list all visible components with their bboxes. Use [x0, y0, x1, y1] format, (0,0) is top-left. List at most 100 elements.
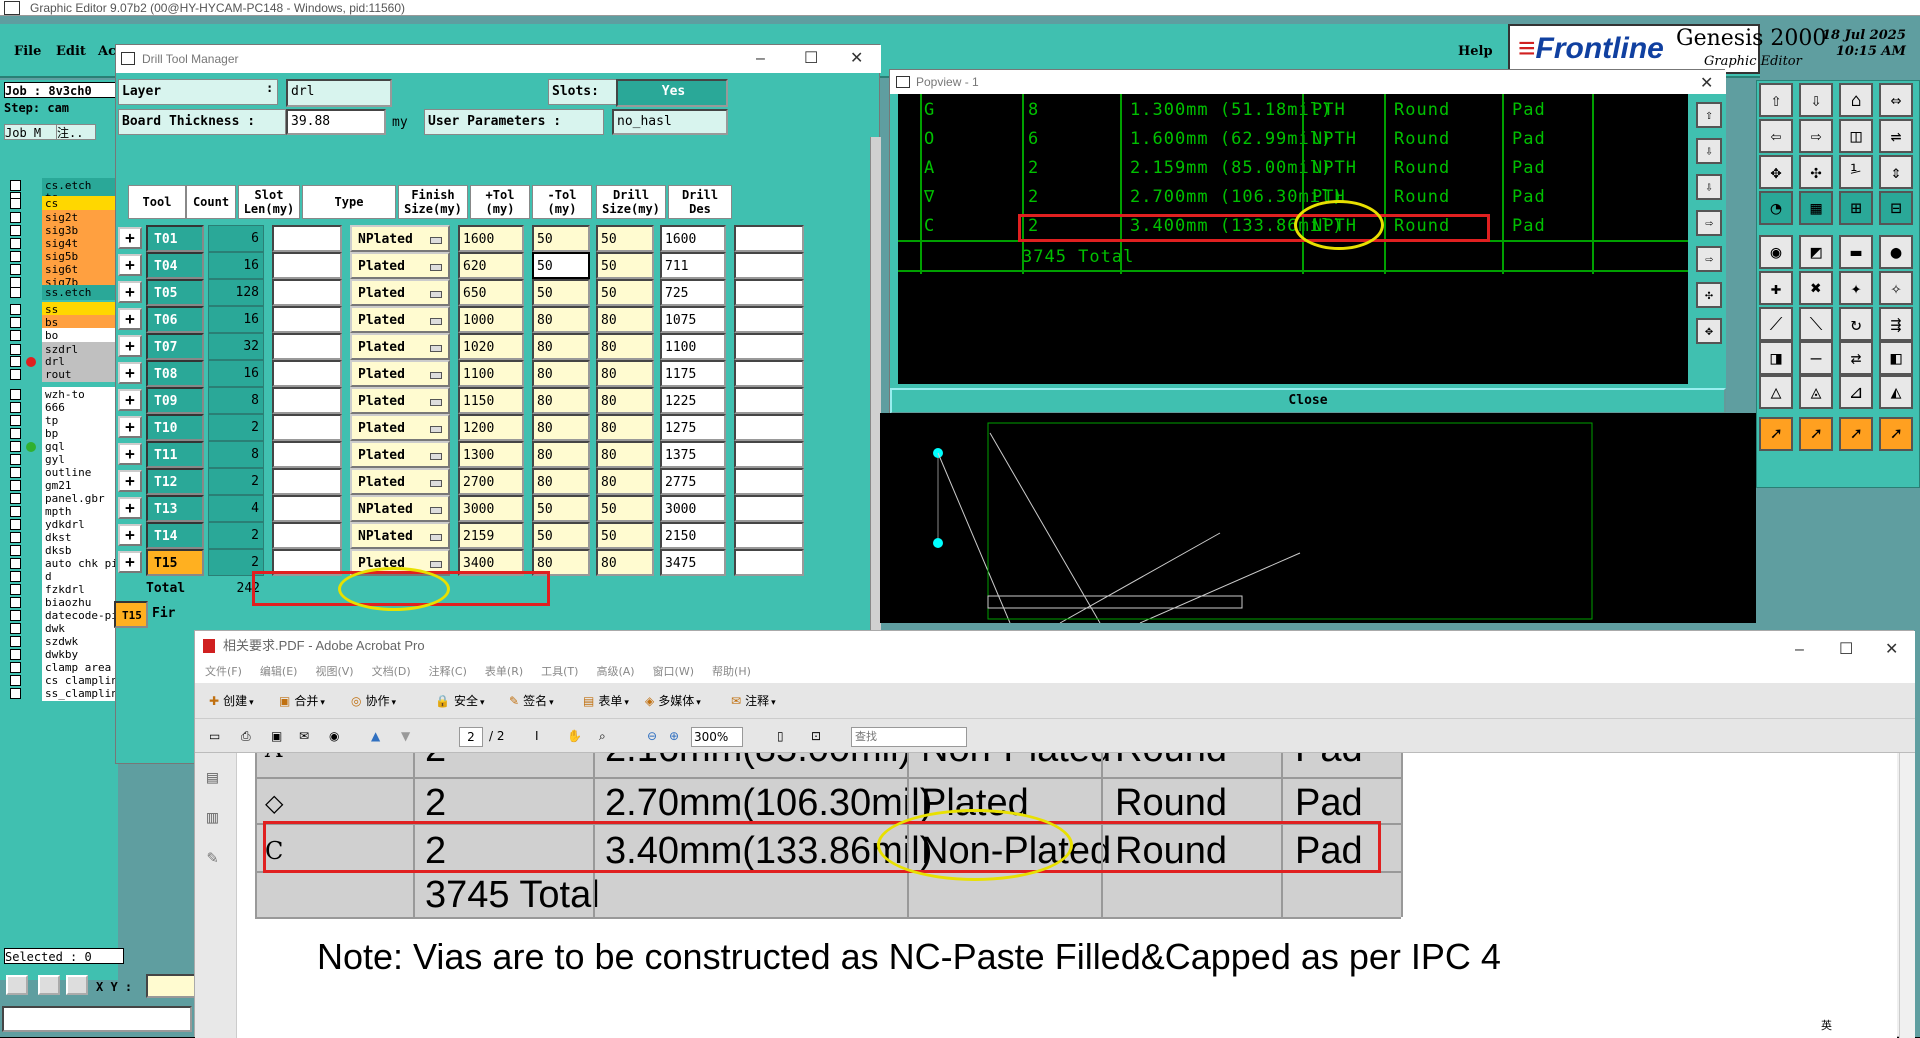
dot-icon[interactable]: ● — [1879, 235, 1913, 269]
drill-des-input[interactable] — [734, 225, 804, 252]
type-select[interactable]: Plated — [350, 468, 450, 495]
layer-checkbox[interactable] — [10, 467, 21, 478]
layer-input[interactable]: drl — [286, 79, 392, 107]
tool-cell[interactable]: T10 — [146, 414, 204, 441]
slot-len-input[interactable] — [272, 387, 342, 414]
layer-checkbox[interactable] — [10, 688, 21, 699]
minus-tol-input[interactable]: 80 — [596, 306, 654, 333]
maximize-button[interactable]: ☐ — [804, 45, 818, 73]
layer-checkbox[interactable] — [10, 584, 21, 595]
slot-len-input[interactable] — [272, 306, 342, 333]
plus-tol-input[interactable]: 80 — [532, 468, 590, 495]
finish-size-input[interactable]: 1300 — [458, 441, 524, 468]
triangle-icon[interactable]: △ — [1759, 375, 1793, 409]
zoom-home-icon[interactable]: ⇧ — [1696, 102, 1722, 128]
expand-button[interactable]: + — [118, 551, 142, 573]
search-input[interactable] — [851, 727, 967, 747]
layer-checkbox[interactable] — [10, 225, 21, 236]
finish-size-input[interactable]: 620 — [458, 252, 524, 279]
expand-button[interactable]: + — [118, 524, 142, 546]
layer-checkbox[interactable] — [10, 287, 21, 298]
layer-checkbox[interactable] — [10, 304, 21, 315]
menu-item[interactable]: 注释(C) — [429, 665, 467, 678]
layer-row[interactable]: cs — [8, 196, 122, 211]
line-icon[interactable]: ⟋ — [1759, 307, 1793, 341]
type-select[interactable]: Plated — [350, 306, 450, 333]
layer-name[interactable]: ss_clamplin — [42, 686, 122, 701]
layer-checkbox[interactable] — [10, 545, 21, 556]
expand-button[interactable]: + — [118, 416, 142, 438]
minus-tol-input[interactable]: 80 — [596, 360, 654, 387]
finish-size-input[interactable]: 1200 — [458, 414, 524, 441]
move-icon[interactable]: ✥ — [1759, 155, 1793, 189]
finish-size-input[interactable]: 1600 — [458, 225, 524, 252]
tool-cell[interactable]: T11 — [146, 441, 204, 468]
drill-size-input[interactable]: 725 — [660, 279, 726, 306]
drill-des-input[interactable] — [734, 441, 804, 468]
drill-size-input[interactable]: 1075 — [660, 306, 726, 333]
grid-icon[interactable] — [66, 975, 88, 995]
print-icon[interactable]: ⎙ — [241, 719, 251, 753]
web-icon[interactable]: ◉ — [329, 719, 339, 753]
save-icon[interactable]: ▣ — [271, 719, 282, 753]
plus-tol-input[interactable]: 80 — [532, 441, 590, 468]
expand-button[interactable]: + — [118, 281, 142, 303]
pdf-scrollbar[interactable] — [1899, 753, 1915, 1038]
hand-icon[interactable]: ✋ — [567, 719, 582, 753]
layer-name[interactable]: cs — [42, 196, 122, 211]
layer-checkbox[interactable] — [10, 649, 21, 660]
layer-down-icon[interactable]: ⇩ — [1799, 83, 1833, 117]
toolbar-forms[interactable]: ▤ 表单 ▾ — [583, 683, 629, 721]
layer-checkbox[interactable] — [10, 212, 21, 223]
half-icon[interactable]: ◩ — [1799, 235, 1833, 269]
layer-checkbox[interactable] — [10, 519, 21, 530]
layer-checkbox[interactable] — [10, 597, 21, 608]
plus-tol-input[interactable]: 80 — [532, 360, 590, 387]
tool-cell[interactable]: T08 — [146, 360, 204, 387]
layer-name[interactable]: bo — [42, 328, 122, 343]
tool-cell[interactable]: T13 — [146, 495, 204, 522]
type-select[interactable]: Plated — [350, 414, 450, 441]
finish-size-input[interactable]: 3000 — [458, 495, 524, 522]
drill-des-input[interactable] — [734, 333, 804, 360]
fit-icon[interactable]: ✣ — [1696, 282, 1722, 308]
minus-tol-input[interactable]: 50 — [596, 252, 654, 279]
expand-button[interactable]: + — [118, 497, 142, 519]
layer-checkbox[interactable] — [10, 675, 21, 686]
arrows-icon[interactable]: ⇶ — [1879, 307, 1913, 341]
finish-size-input[interactable]: 1150 — [458, 387, 524, 414]
expand-button[interactable]: + — [118, 443, 142, 465]
drill-des-input[interactable] — [734, 549, 804, 576]
toolbar-combine[interactable]: ▣ 合并 ▾ — [279, 683, 325, 721]
drill-des-input[interactable] — [734, 468, 804, 495]
finish-size-input[interactable]: 2159 — [458, 522, 524, 549]
layer-checkbox[interactable] — [10, 610, 21, 621]
minus-tol-input[interactable]: 50 — [596, 522, 654, 549]
fit-width-icon[interactable]: ⊡ — [811, 719, 821, 753]
user-params-input[interactable]: no_hasl — [612, 109, 728, 135]
xy-input[interactable] — [146, 974, 196, 998]
finish-size-input[interactable]: 1100 — [458, 360, 524, 387]
plus-tol-input[interactable]: 80 — [532, 414, 590, 441]
tool-cell[interactable]: T15 — [146, 549, 204, 576]
drill-size-input[interactable]: 1175 — [660, 360, 726, 387]
minus-tol-input[interactable]: 80 — [596, 333, 654, 360]
type-select[interactable]: NPlated — [350, 225, 450, 252]
layer-row[interactable]: rout — [8, 367, 122, 382]
rotate-icon[interactable]: ◔ — [1759, 191, 1793, 225]
expand-button[interactable]: + — [118, 470, 142, 492]
layer-checkbox[interactable] — [10, 415, 21, 426]
drill-size-input[interactable]: 1275 — [660, 414, 726, 441]
toolbar-sign[interactable]: ✎ 签名 ▾ — [509, 683, 554, 721]
layer-checkbox[interactable] — [10, 662, 21, 673]
close-button[interactable]: Close — [890, 388, 1726, 414]
toolbar-create[interactable]: ✚ 创建 ▾ — [209, 683, 254, 721]
swap-icon[interactable]: ⇌ — [1879, 119, 1913, 153]
note-tab[interactable]: 注.. — [56, 124, 96, 140]
open-icon[interactable]: ▭ — [209, 719, 220, 753]
zoom-tool-icon[interactable]: ⌕ — [599, 719, 606, 753]
layer-checkbox[interactable] — [10, 623, 21, 634]
slash-icon[interactable]: ⟍ — [1799, 307, 1833, 341]
layer-checkbox[interactable] — [10, 389, 21, 400]
type-select[interactable]: Plated — [350, 360, 450, 387]
